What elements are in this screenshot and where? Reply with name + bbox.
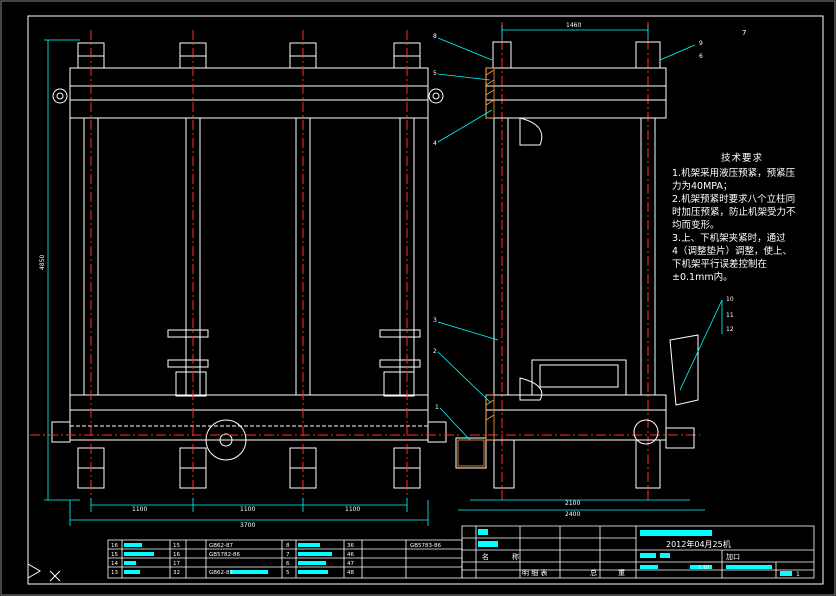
title-sheet: 1 (796, 571, 800, 578)
cad-drawing: 7 1460 4850 1100 1100 1100 3700 2100 240… (0, 0, 836, 596)
bom-no-8: 8 (286, 543, 290, 549)
bom-no-15: 15 (111, 552, 118, 558)
bom-qty-47: 47 (347, 561, 354, 567)
bom-header-name: 名 (482, 552, 489, 561)
bottom-beam (69, 394, 429, 441)
page-number: 7 (742, 29, 746, 37)
notes-line-5: 均而变形。 (672, 220, 720, 231)
dim-total-width: 3700 (240, 522, 255, 529)
bom-footer-total: 总 (590, 568, 597, 577)
bom-qty-32: 32 (173, 570, 180, 576)
title-block (461, 525, 815, 579)
bom-table (107, 539, 463, 579)
callout-4: 4 (433, 140, 437, 147)
callout-12: 12 (726, 326, 734, 333)
notes-line-2: 力为40MPA； (672, 181, 733, 192)
bom-qty-15: 15 (173, 543, 180, 549)
bom-no-16: 16 (111, 543, 118, 549)
callout-5: 5 (433, 70, 437, 77)
dim-height: 4850 (39, 255, 46, 270)
bom-qty-46: 46 (347, 552, 354, 558)
bom-std-mid-1: GB5783-86 (410, 543, 442, 549)
callout-11: 11 (726, 312, 734, 319)
notes-title: 技术要求 (720, 153, 763, 164)
bom-no-13: 13 (111, 570, 118, 576)
front-view (51, 42, 447, 489)
bom-qty-16: 16 (173, 552, 180, 558)
dim-span-2: 1100 (240, 506, 255, 513)
notes-line-6: 3.上、下机架夹紧时，通过 (672, 233, 786, 244)
lift-lug-right (428, 88, 444, 104)
dim-top-width: 1460 (566, 22, 581, 29)
bom-qty-17: 17 (173, 561, 180, 567)
callout-9: 9 (699, 40, 703, 47)
callout-1: 1 (435, 404, 439, 411)
section-hatch (457, 67, 495, 467)
title-text: 2012年04月25机 (666, 539, 731, 549)
centerlines (30, 22, 700, 500)
drawing-canvas: 7 1460 4850 1100 1100 1100 3700 2100 240… (0, 0, 836, 596)
dim-span-3: 1100 (345, 506, 360, 513)
title-scale: 1:10 (698, 565, 709, 571)
bom-no-7: 7 (286, 552, 290, 558)
bom-text: 16 15 14 13 15 16 17 32 GB62-87 GB5782-8… (111, 543, 442, 576)
notes-line-3: 2.机架预紧时要求八个立柱同 (672, 194, 796, 205)
notes-line-9: ±0.1mm内。 (672, 272, 733, 283)
dim-bottom-width-1: 2100 (565, 500, 580, 507)
title-label: 加口 (726, 552, 740, 561)
side-view (455, 41, 699, 489)
callout-10: 10 (726, 296, 734, 303)
bom-qty-36: 36 (347, 543, 354, 549)
bom-std-2: GB5782-86 (209, 552, 241, 558)
border-inner (27, 15, 824, 585)
bom-header-code: 称 (512, 552, 519, 561)
bom-std-4: GB62-87 (209, 570, 234, 576)
notes-line-4: 时加压预紧，防止机架受力不 (672, 207, 796, 218)
side-top-beam (485, 67, 667, 119)
bom-qty-48: 48 (347, 570, 354, 576)
dim-bottom-width-2: 2400 (565, 511, 580, 518)
bom-footer-weight: 重 (618, 569, 625, 577)
bom-no-6: 6 (286, 561, 290, 567)
border-outer (0, 0, 836, 596)
top-beam (69, 67, 429, 119)
ucs-icon (27, 563, 61, 582)
notes-line-8: 下机架平行误差控制在 (672, 259, 768, 270)
bom-no-14: 14 (111, 561, 118, 567)
notes-line-7: 4（调整垫片）调整，使上、 (672, 246, 793, 257)
lift-lug-left (52, 88, 68, 104)
technical-notes: 技术要求 1.机架采用液压预紧，预紧压 力为40MPA； 2.机架预紧时要求八个… (672, 152, 812, 284)
bom-std-1: GB62-87 (209, 543, 234, 549)
dim-span-1: 1100 (132, 506, 147, 513)
callout-2: 2 (433, 348, 437, 355)
side-bottom-beam (485, 394, 667, 441)
callout-8: 8 (433, 33, 437, 40)
bom-footer-list: 明 细 表 (522, 568, 547, 577)
bom-no-5: 5 (286, 570, 290, 576)
notes-line-1: 1.机架采用液压预紧，预紧压 (672, 168, 796, 179)
callout-3: 3 (433, 317, 437, 324)
callout-6: 6 (699, 53, 703, 60)
